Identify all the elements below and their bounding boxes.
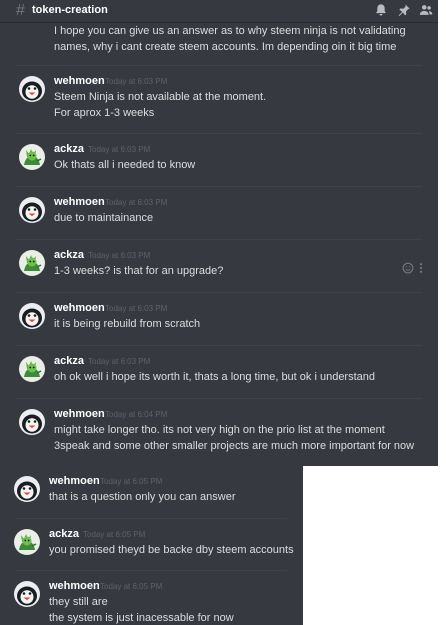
message-divider	[16, 518, 287, 519]
message-author[interactable]: ackza	[49, 528, 79, 540]
message-text: For aprox 1-3 weeks	[54, 107, 155, 119]
message-text: they still are	[49, 596, 108, 608]
members-icon[interactable]	[419, 3, 433, 17]
message-author[interactable]: ackza	[54, 249, 84, 261]
message-text: that is a question only you can answer	[49, 491, 236, 503]
more-options-icon[interactable]	[419, 262, 423, 274]
message-divider	[16, 570, 287, 571]
message-text: I hope you can give us an answer as to w…	[54, 25, 406, 37]
message-divider	[16, 65, 422, 66]
message-text: names, why i cant create steem accounts.…	[54, 41, 397, 53]
message-author[interactable]: wehmoen	[54, 75, 105, 87]
message-timestamp: Today at 6:03 PM	[105, 77, 168, 86]
message-divider	[16, 292, 422, 293]
message-timestamp: Today at 6:05 PM	[100, 582, 163, 591]
add-reaction-icon[interactable]	[402, 262, 414, 274]
message-divider	[16, 186, 422, 187]
message-author[interactable]: ackza	[54, 143, 84, 155]
avatar[interactable]	[19, 303, 45, 329]
message-author[interactable]: wehmoen	[54, 302, 105, 314]
message-timestamp: Today at 6:03 PM	[88, 357, 151, 366]
message-timestamp: Today at 6:04 PM	[105, 410, 168, 419]
avatar[interactable]	[19, 409, 45, 435]
message-timestamp: Today at 6:05 PM	[83, 530, 146, 539]
message-timestamp: Today at 6:03 PM	[88, 145, 151, 154]
pin-icon[interactable]	[397, 3, 411, 17]
message-text: you promised theyd be backe dby steem ac…	[49, 544, 294, 556]
avatar[interactable]	[14, 581, 40, 607]
message-divider	[16, 239, 422, 240]
message-text: due to maintainance	[54, 212, 154, 224]
message-author[interactable]: wehmoen	[49, 580, 100, 592]
message-author[interactable]: ackza	[54, 355, 84, 367]
message-divider	[16, 133, 422, 134]
message-timestamp: Today at 6:03 PM	[105, 304, 168, 313]
chat-panel-bottom: wehmoen Today at 6:05 PM that is a questio…	[0, 466, 303, 625]
avatar[interactable]	[14, 529, 40, 555]
message-text: oh ok well i hope its worth it, thats a …	[54, 371, 376, 383]
chat-panel-top: # token-creation I hope you can give us …	[0, 0, 438, 466]
avatar[interactable]	[19, 197, 45, 223]
message-text: might take longer tho. its not very high…	[54, 424, 385, 436]
message-timestamp: Today at 6:03 PM	[88, 251, 151, 260]
message-author[interactable]: wehmoen	[49, 475, 100, 487]
message-text: 1-3 weeks? is that for an upgrade?	[54, 265, 224, 277]
message-timestamp: Today at 6:03 PM	[105, 198, 168, 207]
message-text: Steem Ninja is not available at the mome…	[54, 91, 267, 103]
message-author[interactable]: wehmoen	[54, 408, 105, 420]
message-text: it is being rebuild from scratch	[54, 318, 201, 330]
avatar[interactable]	[19, 144, 45, 170]
message-text: 3speak and some other smaller projects a…	[54, 440, 415, 452]
bell-icon[interactable]	[374, 3, 388, 17]
avatar[interactable]	[14, 476, 40, 502]
channel-hash-icon: #	[16, 2, 25, 19]
channel-name[interactable]: token-creation	[32, 4, 108, 16]
message-text: Ok thats all i needed to know	[54, 159, 196, 171]
avatar[interactable]	[19, 76, 45, 102]
message-timestamp: Today at 6:05 PM	[100, 477, 163, 486]
message-divider	[16, 398, 422, 399]
message-text: the system is just inacessable for now	[49, 612, 234, 624]
message-divider	[16, 345, 422, 346]
avatar[interactable]	[19, 250, 45, 276]
message-author[interactable]: wehmoen	[54, 196, 105, 208]
channel-header: # token-creation	[0, 0, 438, 23]
avatar[interactable]	[19, 356, 45, 382]
